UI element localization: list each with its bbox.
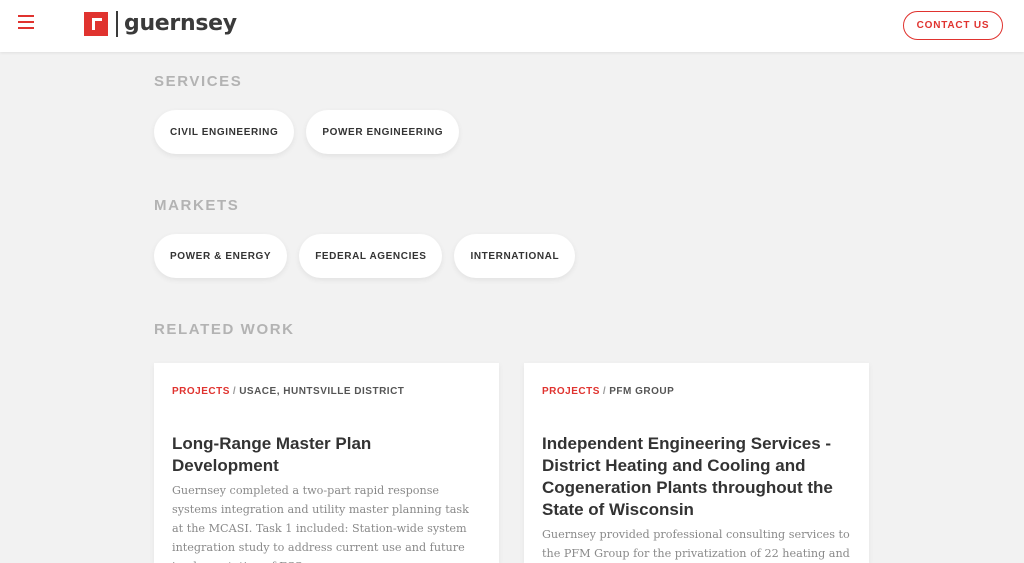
card-title[interactable]: Independent Engineering Services - Distr…	[542, 433, 851, 521]
card-meta: PROJECTS / USACE, HUNTSVILLE DISTRICT	[172, 385, 481, 399]
contact-us-button[interactable]: CONTACT US	[903, 11, 1003, 40]
card-category-link[interactable]: PROJECTS	[172, 386, 230, 397]
services-list: CIVIL ENGINEERING POWER ENGINEERING	[154, 110, 460, 154]
logo-mark-icon	[84, 12, 108, 36]
related-work-card[interactable]: PROJECTS / USACE, HUNTSVILLE DISTRICT Long…	[154, 363, 499, 563]
related-work-heading: RELATED WORK	[154, 321, 295, 338]
site-header: guernsey CONTACT US	[0, 0, 1024, 52]
card-description: Guernsey completed a two-part rapid resp…	[172, 484, 469, 563]
hamburger-menu-icon[interactable]	[18, 15, 34, 29]
guernsey-logo[interactable]: guernsey	[84, 11, 237, 37]
service-pill-power-engineering[interactable]: POWER ENGINEERING	[306, 110, 460, 154]
logo-divider	[116, 11, 118, 37]
card-meta: PROJECTS / PFM GROUP	[542, 385, 851, 399]
card-client: PFM GROUP	[609, 386, 675, 397]
card-description: Guernsey provided professional consultin…	[542, 528, 850, 560]
market-pill-international[interactable]: INTERNATIONAL	[454, 234, 576, 278]
card-category-link[interactable]: PROJECTS	[542, 386, 600, 397]
market-pill-power-energy[interactable]: POWER & ENERGY	[154, 234, 288, 278]
card-client: USACE, HUNTSVILLE DISTRICT	[239, 386, 405, 397]
markets-list: POWER & ENERGY FEDERAL AGENCIES INTERNAT…	[154, 234, 576, 278]
card-meta-separator: /	[602, 386, 607, 397]
card-meta-separator: /	[232, 386, 237, 397]
market-pill-federal-agencies[interactable]: FEDERAL AGENCIES	[299, 234, 443, 278]
services-heading: SERVICES	[154, 73, 243, 90]
logo-text: guernsey	[124, 11, 237, 36]
service-pill-civil-engineering[interactable]: CIVIL ENGINEERING	[154, 110, 295, 154]
related-work-card[interactable]: PROJECTS / PFM GROUP Independent Engineeri…	[524, 363, 869, 563]
card-title[interactable]: Long-Range Master Plan Development	[172, 433, 481, 477]
markets-heading: MARKETS	[154, 197, 240, 214]
